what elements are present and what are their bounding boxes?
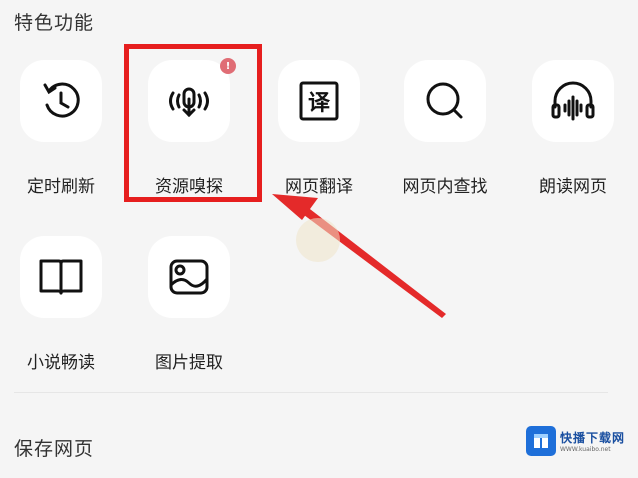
feature-translate[interactable]: 译 网页翻译 [264,60,374,210]
watermark-url: WWW.kuaibo.net [560,446,611,453]
feature-label: 定时刷新 [27,177,95,197]
feature-label: 小说畅读 [27,353,95,373]
notification-badge: ! [220,58,236,74]
resource-sniff-tile[interactable] [148,60,230,142]
timed-refresh-tile[interactable] [20,60,102,142]
headphones-read-icon [551,81,595,121]
translate-icon: 译 [299,81,339,121]
clock-refresh-icon [43,82,80,118]
feature-image-extract[interactable]: 图片提取 [134,236,244,386]
box-icon [534,434,548,448]
feature-label: 网页翻译 [285,177,353,197]
feature-novel-reading[interactable]: 小说畅读 [6,236,116,386]
feature-read-aloud[interactable]: 朗读网页 [518,60,628,210]
feature-timed-refresh[interactable]: 定时刷新 [6,60,116,210]
feature-label: 图片提取 [155,353,223,373]
open-book-icon [39,259,83,295]
feature-label: 朗读网页 [539,177,607,197]
watermark-name: 快播下载网 [560,431,626,445]
find-in-page-tile[interactable] [404,60,486,142]
resource-sniff-icon [169,87,209,118]
image-extract-icon [169,259,209,295]
watermark: 快播下载网 WWW.kuaibo.net [526,424,626,458]
feature-find-in-page[interactable]: 网页内查找 [390,60,500,210]
novel-reading-tile[interactable] [20,236,102,318]
feature-label: 资源嗅探 [155,177,223,197]
watermark-logo [526,426,556,456]
save-section-title: 保存网页 [14,438,95,460]
feature-resource-sniff[interactable]: ! 资源嗅探 [134,58,244,210]
feature-label: 网页内查找 [402,177,488,197]
section-divider [14,392,608,393]
translate-tile[interactable]: 译 [278,60,360,142]
search-in-page-icon [426,82,463,119]
translate-glyph: 译 [308,91,331,116]
read-aloud-tile[interactable] [532,60,614,142]
features-section-title: 特色功能 [14,12,95,34]
image-extract-tile[interactable] [148,236,230,318]
